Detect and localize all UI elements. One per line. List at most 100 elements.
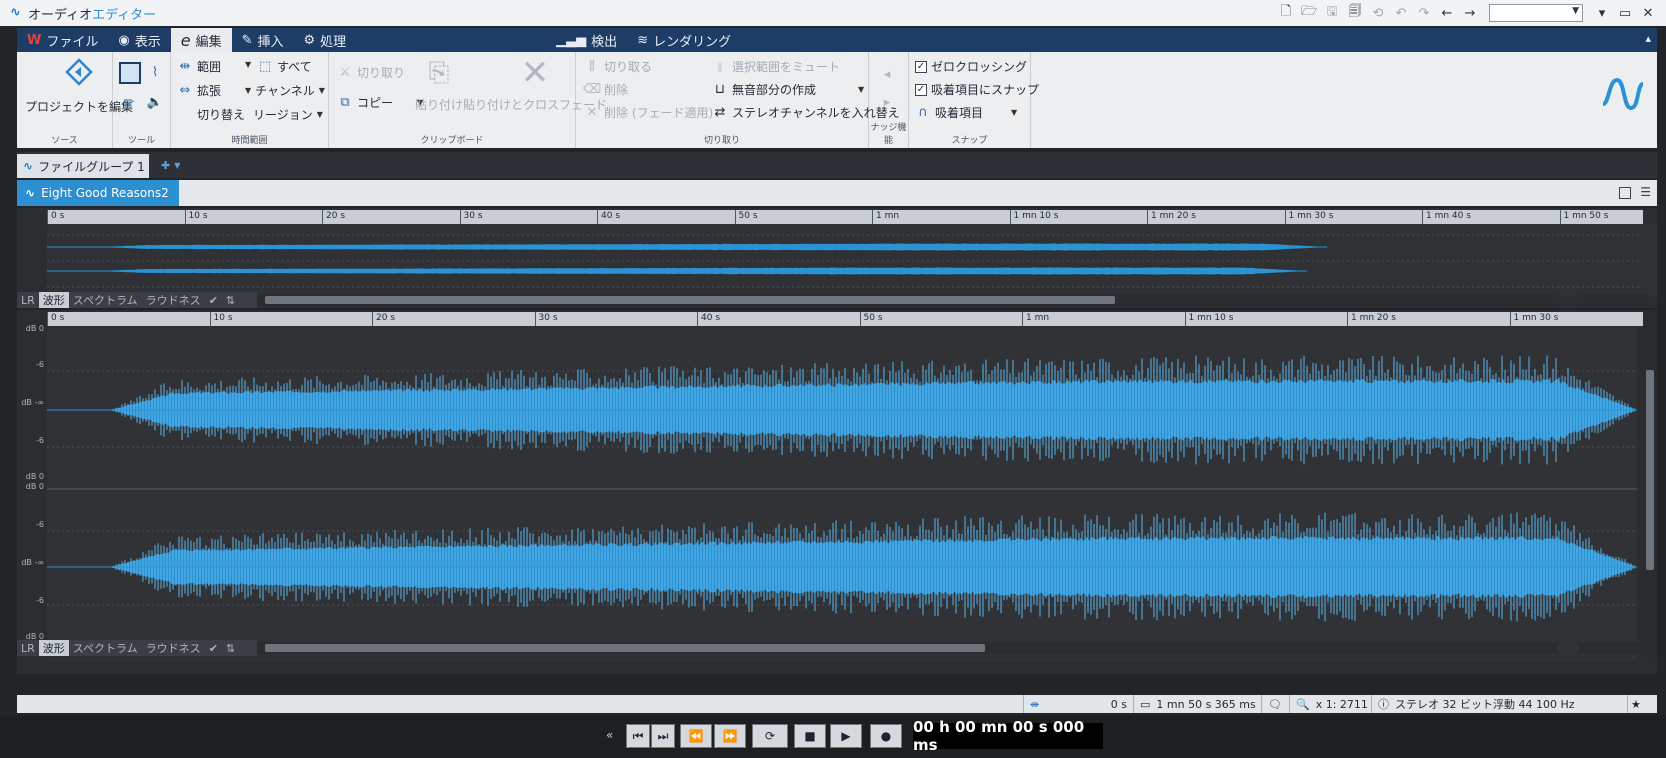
check-icon[interactable]: ✔ [205,640,222,656]
audio-file-tab[interactable]: ∿ Eight Good Reasons2 [17,180,179,206]
range-button[interactable]: ⇹ 範囲 [177,58,221,75]
range-select-tool[interactable] [119,62,141,84]
undo-icon[interactable]: ↶ [1391,3,1411,23]
go-end-icon: ⏭ [657,728,669,743]
main-vscroll-thumb[interactable] [1646,370,1654,570]
paste-button[interactable]: ⎘ 貼り付け [415,58,463,113]
maximize-icon[interactable]: ▭ [1615,3,1635,23]
tab-edit[interactable]: e 編集 [170,28,232,52]
region-button[interactable]: リージョン ▼ [253,106,323,123]
main-zoom-slider[interactable] [1579,642,1649,654]
new-file-icon[interactable]: 🗋 [1276,3,1296,23]
play-tool[interactable]: 🔈 [147,94,163,110]
main-scroll-thumb[interactable] [265,644,985,652]
mute-icon: ⫲ [717,59,723,74]
sort-icon[interactable]: ⇅ [222,640,239,656]
list-menu-icon[interactable]: ☰ [1640,185,1651,199]
main-horizontal-scrollbar[interactable] [257,642,1557,654]
open-folder-icon[interactable]: 🗁 [1299,3,1319,23]
tab-render[interactable]: ≋ レンダリング [627,28,741,52]
record-button[interactable]: ● [870,724,902,748]
tab-loudness[interactable]: ラウドネス [142,640,205,656]
snap-to-magnets-checkbox[interactable]: ✓ 吸着項目にスナップ [915,81,1039,98]
delete-button[interactable]: ⌫ 削除 [583,81,628,98]
overview-time-ruler[interactable]: 0 s 10 s 20 s 30 s 40 s 50 s 1 mn 1 mn 10 s 1 mn… [47,210,1643,224]
tab-view-label: 表示 [134,34,161,50]
overview-zoom-slider[interactable] [1579,294,1649,306]
dropdown-icon[interactable]: ▾ [1592,3,1612,23]
select-all-button[interactable]: ⬚ すべて [257,58,312,75]
envelope-tool[interactable]: ⌇ [147,64,163,80]
db-label: dB 0 [25,324,44,333]
cut-button[interactable]: ⚔ 切り取り [337,64,405,81]
tab-analysis[interactable]: ▁▃▅ 検出 [546,28,627,52]
lr-toggle[interactable]: LR [17,292,39,308]
loop-button[interactable]: ⟳ [752,724,788,748]
transport-collapse-icon[interactable]: « [606,728,613,742]
file-length[interactable]: ▭ 1 mn 50 s 365 ms [1133,695,1261,713]
pencil-tool[interactable]: ✏ [121,94,137,110]
tab-file[interactable]: W ファイル [17,28,108,52]
overview-horizontal-scrollbar[interactable] [257,294,1557,306]
history-icon[interactable]: ⟲ [1368,3,1388,23]
fast-forward-button[interactable]: ⏩ [714,724,746,748]
toggle-button[interactable]: 切り替え [197,106,245,123]
cursor-position[interactable]: ⇼ 0 s [1023,695,1133,713]
lr-toggle[interactable]: LR [17,640,39,656]
overview-waveform[interactable] [47,225,1657,297]
tab-loudness-overview[interactable]: ラウドネス [142,292,205,308]
magnets-button[interactable]: ∩ 吸着項目 ▼ [915,104,1017,121]
zero-crossing-checkbox[interactable]: ✓ ゼロクロッシング [915,58,1027,75]
tab-waveform-overview[interactable]: 波形 [38,292,69,308]
add-file-group-button[interactable]: ✚ ▼ [161,156,193,174]
forward-arrow-icon[interactable]: → [1460,3,1480,23]
go-to-end-button[interactable]: ⏭ [651,724,675,748]
file-group-tab[interactable]: ∿ ファイルグループ 1 [17,154,149,178]
extend-button[interactable]: ⇔ 拡張 [177,82,221,99]
delete-fade-button[interactable]: ✕ 削除 (フェード適用) [584,104,714,121]
snap-group-label: スナップ [951,136,988,146]
time-display[interactable]: 00 h 00 mn 00 s 000 ms [913,718,1103,754]
zoom-info[interactable]: 🗨 [1261,695,1289,713]
redo-icon[interactable]: ↷ [1414,3,1434,23]
workspace-select[interactable] [1489,4,1583,22]
trim-button[interactable]: ⫼ 切り取る [584,58,652,75]
copy-button[interactable]: ⧉ コピー ▼ [337,94,423,111]
nudge-left-button[interactable]: ◂ [879,66,895,82]
tab-view[interactable]: ◉ 表示 [108,28,170,52]
nudge-right-button[interactable]: ▸ [879,94,895,110]
play-button[interactable]: ▶ [830,724,862,748]
magnet-icon: ∩ [918,105,928,120]
sort-icon[interactable]: ⇅ [222,292,239,308]
tab-spectrum[interactable]: スペクトラム [69,640,142,656]
channel-button[interactable]: ▼ チャンネル ▼ [245,82,325,99]
favorites[interactable]: ★ [1627,695,1657,713]
create-silence-button[interactable]: ⊔ 無音部分の作成 ▼ [712,81,864,98]
save-icon[interactable]: 🖫 [1322,3,1342,23]
main-vertical-scrollbar[interactable] [1643,310,1657,660]
go-to-start-button[interactable]: ⏮ [626,724,650,748]
copy-icon: ⧉ [340,95,350,110]
rewind-button[interactable]: ⏪ [680,724,712,748]
tab-insert[interactable]: ✎ 挿入 [232,28,294,52]
tab-process[interactable]: ⚙ 処理 [294,28,357,52]
window-layout-icon[interactable] [1619,187,1631,199]
collapse-ribbon-icon[interactable]: ▴ [1645,32,1651,45]
tab-waveform[interactable]: 波形 [38,640,69,656]
main-waveform[interactable] [47,327,1637,661]
mute-selection-button[interactable]: ⫲ 選択範囲をミュート [712,58,840,75]
back-arrow-icon[interactable]: ← [1437,3,1457,23]
zoom-factor[interactable]: 🔍 x 1: 2711 [1289,695,1371,713]
dropdown-arrow-icon: ▼ [1011,108,1018,117]
overview-scroll-thumb[interactable] [265,296,1115,304]
save-as-icon[interactable]: 🗐 [1345,3,1365,23]
stop-button[interactable]: ■ [794,724,826,748]
copy-label: コピー [357,96,394,110]
main-time-ruler[interactable]: 0 s 10 s 20 s 30 s 40 s 50 s 1 mn 1 mn 10 s 1 mn… [47,312,1643,326]
range-dropdown[interactable]: ▼ [245,60,251,69]
audio-format[interactable]: ⓘ ステレオ 32 ビット浮動 44 100 Hz [1371,695,1627,713]
close-icon[interactable]: ✕ [1638,3,1658,23]
tab-edit-label: 編集 [195,34,222,50]
check-icon[interactable]: ✔ [205,292,222,308]
tab-spectrum-overview[interactable]: スペクトラム [69,292,142,308]
